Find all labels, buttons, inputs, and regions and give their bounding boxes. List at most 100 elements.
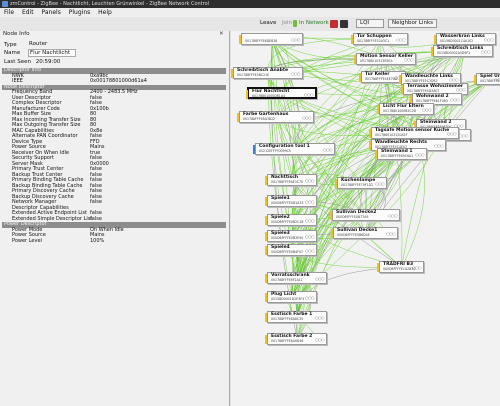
node-address: 001788FFFE6A8C35 bbox=[271, 317, 304, 321]
toolbar: Leave Join In Network LQI Neighbor Links bbox=[230, 17, 500, 31]
network-status-icon bbox=[293, 20, 297, 27]
network-graph[interactable]: 001788FFFE6DE838 ○○○ Tür Schuppen 001788FFF… bbox=[231, 31, 500, 406]
network-node[interactable]: Motion Sensor Keller 001788010313B5E4 ○○○ bbox=[354, 53, 416, 65]
node-address: 00178801000D61A4 bbox=[252, 94, 286, 98]
grid-icon[interactable] bbox=[340, 20, 348, 28]
endpoint-dots-icon: ○○○ bbox=[412, 265, 421, 270]
lqi-button[interactable]: LQI bbox=[356, 19, 384, 28]
network-node[interactable]: Plug Licht 00158D0001D2E3F4 ○○○ bbox=[265, 291, 317, 303]
network-node[interactable]: Schreibtisch Anabte 001788FFFE5BC21E ○○○ bbox=[231, 67, 303, 79]
endpoint-dots-icon: ○○○ bbox=[404, 57, 413, 62]
node-address: 001788FFFE6A3B22 bbox=[243, 117, 276, 121]
app-window: zmControl - ZigBee - Nachtlicht, Leuchte… bbox=[0, 0, 500, 406]
node-status-bar bbox=[237, 113, 239, 122]
network-node[interactable]: Tagsafe Motion sensor Küche 0017880103120… bbox=[369, 127, 459, 139]
menu-file[interactable]: File bbox=[4, 9, 14, 16]
network-status-text: In Network bbox=[299, 20, 329, 26]
network-node[interactable]: Spiele1 000D6FFFFE0B1A33 ○○○ bbox=[265, 195, 317, 207]
node-address: 00212EFFFF0099C5 bbox=[259, 149, 291, 153]
node-address: 001788FFFE69C6A1 bbox=[381, 154, 414, 158]
node-address: 000D6FFFFE0B4F07 bbox=[271, 250, 304, 254]
node-address: 001788FFFE6A9D46 bbox=[271, 339, 304, 343]
leave-button[interactable]: Leave bbox=[260, 20, 276, 26]
endpoint-dots-icon: ○○○ bbox=[305, 295, 314, 300]
node-address: 001788FFFE79F1D2 bbox=[341, 183, 374, 187]
network-node[interactable]: TRÅDFRI B3 000D6FFFFE1A2B3C ○○○ bbox=[377, 261, 424, 273]
node-address: 00178801000B5C28 bbox=[383, 109, 416, 113]
network-node[interactable]: Esstisch Farbe 1 001788FFFE6A8C35 ○○○ bbox=[265, 311, 327, 323]
endpoint-dots-icon: ○○○ bbox=[315, 315, 324, 320]
close-icon[interactable]: ✕ bbox=[219, 31, 224, 37]
endpoint-dots-icon: ○○○ bbox=[456, 87, 465, 92]
node-status-bar bbox=[330, 211, 332, 220]
network-node[interactable]: Spiel Unten001788FFFE4E0CC1○○○ bbox=[474, 73, 500, 85]
endpoint-dots-icon: ○○○ bbox=[450, 97, 459, 102]
node-status-bar bbox=[474, 75, 476, 84]
network-node[interactable]: Küchenlampe 001788FFFE79F1D2 ○○○ bbox=[335, 177, 387, 189]
endpoint-dots-icon: ○○○ bbox=[305, 199, 314, 204]
neighbor-link bbox=[281, 38, 381, 94]
endpoint-dots-icon: ○○○ bbox=[305, 234, 314, 239]
neighbor-links-label: Neighbor Links bbox=[392, 20, 433, 26]
lqi-label: LQI bbox=[360, 20, 370, 26]
network-node[interactable]: Sullivan Decke1 000D6FFFFE0B6D4E ○○○ bbox=[331, 227, 398, 239]
window-title: zmControl - ZigBee - Nachtlicht, Leuchte… bbox=[10, 1, 210, 7]
panel-title: Node Info bbox=[3, 31, 30, 37]
network-node[interactable]: Vorratsschrank 001788FFFE6F2A11 ○○○ bbox=[265, 272, 327, 284]
endpoint-dots-icon: ○○○ bbox=[323, 147, 332, 152]
network-node[interactable]: Tür Schuppen 001788FFFE52A3C1 ○○○ bbox=[351, 33, 408, 45]
network-node[interactable]: Spiele3 000D6FFFFE0B3E90 ○○○ bbox=[265, 230, 317, 242]
menu-panels[interactable]: Panels bbox=[42, 9, 61, 16]
endpoint-dots-icon: ○○○ bbox=[494, 77, 500, 82]
property-value: 100% bbox=[90, 237, 105, 244]
network-node[interactable]: Spiele4 000D6FFFFE0B4F07 ○○○ bbox=[265, 244, 317, 256]
endpoint-dots-icon: ○○○ bbox=[375, 181, 384, 186]
node-address: 001788FFFE6DE838 bbox=[245, 39, 278, 43]
neighbor-links-button[interactable]: Neighbor Links bbox=[388, 19, 437, 28]
endpoint-dots-icon: ○○○ bbox=[447, 131, 456, 136]
name-label: Name bbox=[4, 50, 21, 56]
endpoint-dots-icon: ○○○ bbox=[481, 49, 490, 54]
node-address: 001788FFFE4EE7AD bbox=[365, 77, 398, 81]
node-address: 001788FFFE6E3C70 bbox=[271, 180, 304, 184]
node-address: 000D6FFFFE1A2B3C bbox=[383, 267, 416, 271]
node-status-bar bbox=[265, 232, 267, 241]
node-status-bar bbox=[331, 229, 333, 238]
node-status-bar bbox=[265, 197, 267, 206]
node-address: 001788FFFE6F2A11 bbox=[271, 278, 303, 282]
network-node[interactable]: Esstisch Farbe 2 001788FFFE6A9D46 ○○○ bbox=[265, 333, 327, 345]
network-node[interactable]: Sullivan Decke2 000D6FFFFE0B77A9 ○○○ bbox=[330, 209, 400, 221]
network-node[interactable]: Steinwand 1 001788FFFE69C6A1 ○○○ bbox=[375, 148, 427, 160]
network-node[interactable]: Flur Nachtlicht 00178801000D61A4 ○○○ bbox=[246, 87, 317, 99]
node-status-bar bbox=[231, 69, 233, 78]
menu-edit[interactable]: Edit bbox=[22, 9, 34, 16]
node-status-bar bbox=[434, 35, 436, 44]
endpoint-dots-icon: ○○○ bbox=[415, 152, 424, 157]
node-address: 000D6FFFFE0B6D4E bbox=[337, 233, 370, 237]
node-status-bar bbox=[375, 150, 377, 159]
network-node[interactable]: Licht Flur Eltern 00178801000B5C28 ○○○ bbox=[377, 103, 434, 115]
node-status-bar bbox=[246, 90, 248, 99]
node-status-bar bbox=[359, 73, 361, 82]
name-input[interactable] bbox=[28, 49, 76, 57]
node-address: 001788FFFE52A3C1 bbox=[357, 39, 390, 43]
network-node[interactable]: Wasserkran Links 00158D0001C4A1E2 ○○○ bbox=[434, 33, 496, 45]
node-address: 000D6FFFFE0B3E90 bbox=[271, 236, 304, 240]
network-node[interactable]: 001788FFFE6DE838 ○○○ bbox=[239, 33, 303, 45]
join-button[interactable]: Join bbox=[282, 20, 292, 26]
network-node[interactable]: Configuration tool 1 00212EFFFF0099C5 ○○○ bbox=[253, 143, 335, 155]
warning-icon[interactable] bbox=[330, 20, 338, 28]
endpoint-dots-icon: ○○○ bbox=[484, 37, 493, 42]
network-node[interactable]: Farbe Gartenhaus 001788FFFE6A3B22 ○○○ bbox=[237, 111, 314, 123]
node-status-bar bbox=[265, 293, 267, 302]
network-node[interactable]: Schreibtisch Links 00158D0002A5D9F1 ○○○ bbox=[431, 45, 493, 57]
network-node[interactable]: Spiele2 000D6FFFFE0B2C18 ○○○ bbox=[265, 214, 317, 226]
network-node[interactable]: Nachttisch 001788FFFE6E3C70 ○○○ bbox=[265, 174, 317, 186]
endpoint-dots-icon: ○○○ bbox=[304, 92, 313, 97]
menu-plugins[interactable]: Plugins bbox=[69, 9, 91, 16]
endpoint-dots-icon: ○○○ bbox=[305, 178, 314, 183]
menu-help[interactable]: Help bbox=[98, 9, 112, 16]
node-status-bar bbox=[399, 75, 401, 84]
node-address: 001788FFFE5BC21E bbox=[237, 73, 270, 77]
node-status-bar bbox=[239, 35, 241, 44]
